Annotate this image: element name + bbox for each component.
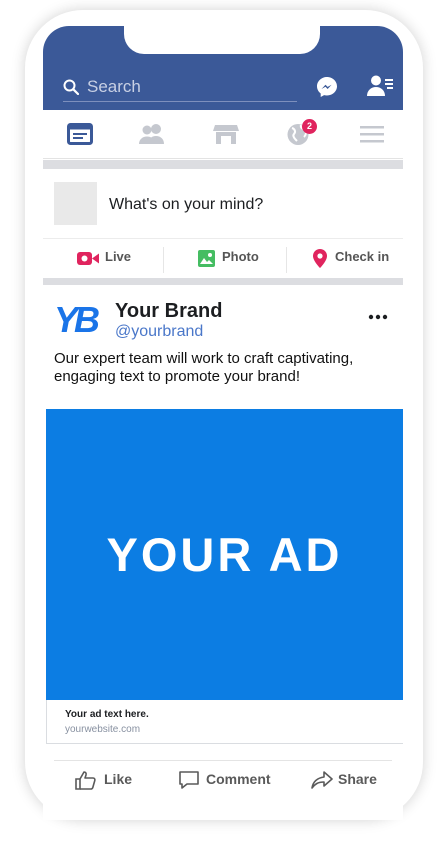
notification-badge: 2	[302, 119, 317, 134]
action-divider	[163, 247, 164, 273]
like-icon	[75, 771, 96, 790]
marketplace-icon[interactable]	[213, 122, 239, 146]
feed-separator	[43, 160, 403, 169]
action-divider	[286, 247, 287, 273]
ad-link-card[interactable]	[46, 700, 403, 744]
photo-button[interactable]: Photo	[198, 239, 278, 279]
feed-separator	[43, 278, 403, 285]
like-button[interactable]: Like	[104, 771, 132, 787]
ad-caption: Your ad text here.	[65, 709, 149, 720]
reactions-divider	[54, 760, 392, 761]
live-label: Live	[105, 249, 132, 264]
check-in-button[interactable]: Check in	[313, 239, 401, 279]
hamburger-menu-icon[interactable]	[359, 122, 385, 146]
news-feed-icon[interactable]	[67, 122, 93, 146]
ad-url[interactable]: yourwebsite.com	[65, 724, 140, 735]
ad-image[interactable]: YOUR AD	[46, 409, 403, 700]
post-text: Our expert team will work to craft capti…	[54, 350, 354, 385]
brand-name[interactable]: Your Brand	[115, 300, 222, 323]
photo-icon	[198, 250, 215, 267]
search-bar[interactable]	[63, 74, 297, 102]
live-video-icon	[77, 252, 99, 265]
brand-handle[interactable]: @yourbrand	[115, 323, 203, 341]
friend-requests-icon[interactable]	[367, 74, 393, 98]
brand-logo[interactable]: YB	[54, 302, 100, 338]
photo-label: Photo	[222, 249, 259, 264]
live-button[interactable]: Live	[77, 239, 157, 279]
ad-image-text: YOUR AD	[106, 528, 343, 581]
more-options-icon[interactable]	[368, 314, 388, 320]
composer-actions: Live Photo Check in	[43, 238, 403, 279]
comment-icon	[179, 771, 199, 789]
messenger-icon[interactable]	[315, 75, 339, 99]
app-screen: 2 What's on your mind? Live Photo	[43, 26, 403, 820]
nav-tabs	[43, 110, 403, 159]
friends-icon[interactable]	[139, 122, 165, 146]
location-pin-icon	[313, 249, 327, 268]
search-underline	[63, 101, 297, 102]
profile-photo-placeholder[interactable]	[54, 182, 97, 225]
share-icon	[311, 771, 333, 789]
check-in-label: Check in	[335, 249, 390, 264]
comment-button[interactable]: Comment	[206, 771, 271, 787]
share-button[interactable]: Share	[338, 771, 377, 787]
search-input[interactable]	[87, 74, 293, 100]
search-icon	[63, 79, 79, 95]
composer-prompt[interactable]: What's on your mind?	[109, 196, 263, 214]
phone-notch	[124, 26, 320, 54]
